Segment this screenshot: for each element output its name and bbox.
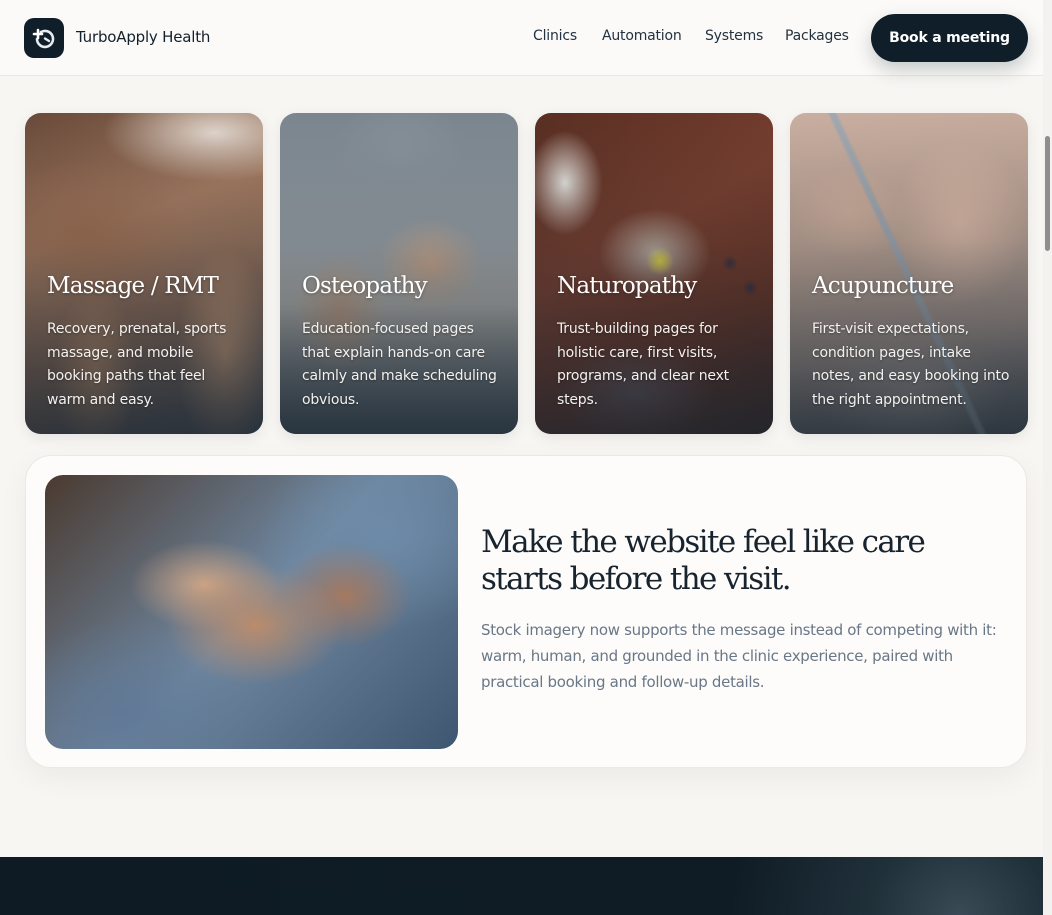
- card-description: First-visit expectations, condition page…: [812, 321, 1010, 408]
- card-description: Education-focused pages that explain han…: [302, 321, 497, 408]
- page-scrollbar[interactable]: [1043, 0, 1052, 915]
- scrollbar-thumb[interactable]: [1045, 136, 1050, 251]
- card-title: Massage / RMT: [47, 273, 219, 299]
- card-naturopathy[interactable]: Naturopathy Trust-building pages for hol…: [535, 113, 773, 434]
- feature-panel: Make the website feel like care starts b…: [25, 455, 1027, 768]
- site-header: TurboApply Health Clinics Automation Sys…: [0, 0, 1043, 76]
- nav-automation[interactable]: Automation: [602, 28, 682, 44]
- card-description: Recovery, prenatal, sports massage, and …: [47, 321, 227, 408]
- card-osteopathy[interactable]: Osteopathy Education-focused pages that …: [280, 113, 518, 434]
- footer-section: [0, 857, 1052, 915]
- nav-packages[interactable]: Packages: [785, 28, 849, 44]
- feature-text: Stock imagery now supports the message i…: [481, 621, 997, 691]
- brand-logo-icon[interactable]: [24, 18, 64, 58]
- card-massage[interactable]: Massage / RMT Recovery, prenatal, sports…: [25, 113, 263, 434]
- holding-hands-photo: [45, 475, 458, 749]
- brand-name[interactable]: TurboApply Health: [76, 28, 210, 46]
- nav-clinics[interactable]: Clinics: [533, 28, 577, 44]
- card-acupuncture[interactable]: Acupuncture First-visit expectations, co…: [790, 113, 1028, 434]
- card-description: Trust-building pages for holistic care, …: [557, 321, 729, 408]
- card-title: Naturopathy: [557, 273, 697, 299]
- card-title: Acupuncture: [812, 273, 954, 299]
- book-meeting-button[interactable]: Book a meeting: [871, 14, 1028, 62]
- nav-systems[interactable]: Systems: [705, 28, 763, 44]
- feature-heading: Make the website feel like care starts b…: [481, 524, 926, 597]
- card-title: Osteopathy: [302, 273, 428, 299]
